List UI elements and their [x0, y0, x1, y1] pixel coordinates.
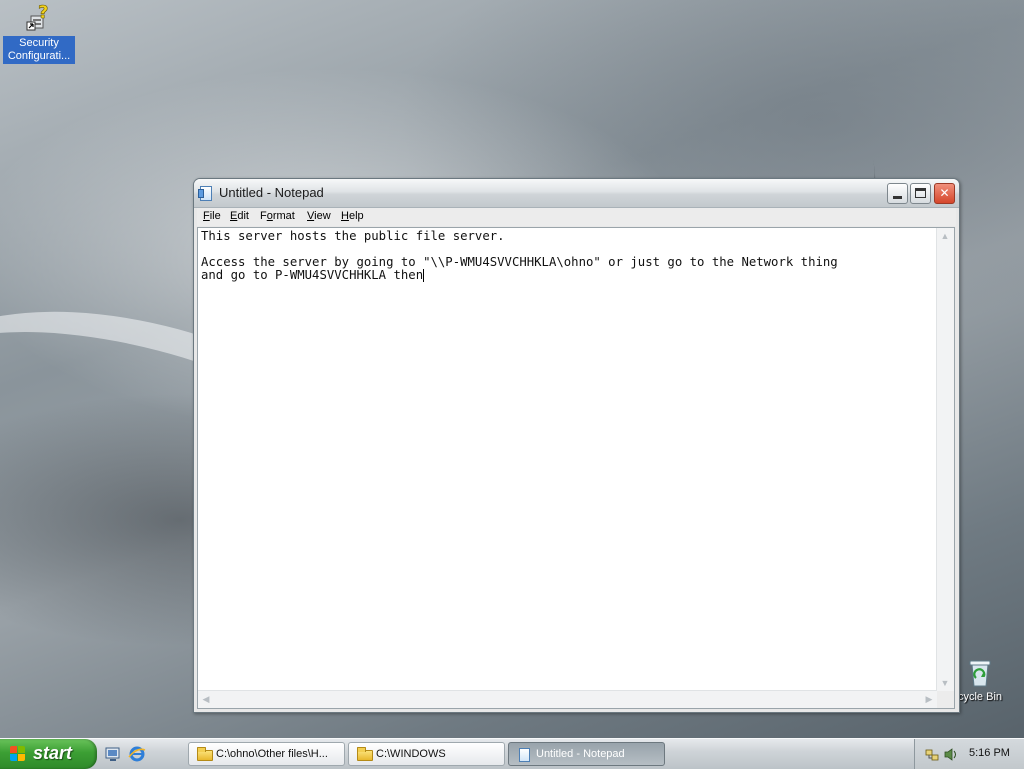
text-caret: [423, 269, 425, 282]
start-label: start: [33, 743, 73, 763]
maximize-icon: [915, 188, 926, 198]
text-line: and go to P-WMU4SVVCHHKLA then: [201, 268, 424, 282]
notepad-icon: [198, 186, 212, 201]
taskbar-button-label: C:\WINDOWS: [376, 748, 446, 760]
quick-launch: [104, 745, 150, 763]
folder-icon: [197, 747, 213, 761]
scroll-down-icon[interactable]: ▼: [937, 675, 953, 691]
system-tray: 5:16 PM: [914, 739, 1024, 769]
menu-format[interactable]: Format: [260, 210, 295, 222]
folder-icon: [357, 747, 373, 761]
security-config-icon: ?: [23, 2, 55, 34]
scroll-corner: [937, 691, 954, 708]
internet-explorer-icon[interactable]: [128, 745, 146, 763]
taskbar: start C:\ohno\Other files\H... C:\WINDOW…: [0, 738, 1024, 769]
window-title: Untitled - Notepad: [219, 185, 324, 200]
taskbar-button-windows-folder[interactable]: C:\WINDOWS: [348, 742, 505, 766]
desktop-icon-label: cycle Bin: [957, 691, 1003, 703]
taskbar-button-ohno-folder[interactable]: C:\ohno\Other files\H...: [188, 742, 345, 766]
network-tray-icon[interactable]: [925, 747, 940, 762]
start-button[interactable]: start: [0, 739, 97, 769]
desktop-icon-label: Security Configurati...: [3, 36, 75, 64]
close-button[interactable]: ✕: [934, 183, 955, 204]
text-editor[interactable]: This server hosts the public file server…: [197, 227, 955, 709]
text-line-with-caret: and go to P-WMU4SVVCHHKLA then: [201, 269, 935, 282]
svg-text:?: ?: [38, 2, 48, 23]
scroll-right-icon[interactable]: ▶: [921, 691, 937, 707]
desktop-icon-security-configuration[interactable]: ? Security Configurati...: [3, 2, 75, 64]
show-desktop-icon[interactable]: [104, 745, 122, 763]
maximize-button[interactable]: [910, 183, 931, 204]
notepad-icon: [517, 748, 533, 762]
minimize-icon: [893, 196, 902, 199]
windows-logo-icon: [10, 746, 26, 762]
horizontal-scrollbar[interactable]: ◀ ▶: [198, 690, 937, 708]
clock[interactable]: 5:16 PM: [969, 747, 1010, 759]
editor-text[interactable]: This server hosts the public file server…: [201, 230, 935, 689]
scroll-up-icon[interactable]: ▲: [937, 228, 953, 244]
menu-file[interactable]: File: [203, 210, 221, 222]
desktop[interactable]: ? Security Configurati... cycle Bin Unti…: [0, 0, 1024, 738]
recycle-bin-icon: [964, 656, 996, 688]
title-bar[interactable]: Untitled - Notepad ✕: [194, 179, 959, 208]
menu-bar: File Edit Format View Help: [197, 208, 956, 226]
taskbar-button-label: Untitled - Notepad: [536, 748, 625, 760]
vertical-scrollbar[interactable]: ▲ ▼: [936, 228, 954, 691]
scroll-left-icon[interactable]: ◀: [198, 691, 214, 707]
menu-help[interactable]: Help: [341, 210, 364, 222]
menu-view[interactable]: View: [307, 210, 331, 222]
volume-tray-icon[interactable]: [943, 747, 958, 762]
taskbar-button-label: C:\ohno\Other files\H...: [216, 748, 328, 760]
text-line: This server hosts the public file server…: [201, 230, 505, 243]
notepad-window[interactable]: Untitled - Notepad ✕ File Edit Format Vi…: [193, 178, 960, 713]
menu-edit[interactable]: Edit: [230, 210, 249, 222]
taskbar-button-notepad[interactable]: Untitled - Notepad: [508, 742, 665, 766]
close-icon: ✕: [939, 186, 950, 200]
minimize-button[interactable]: [887, 183, 908, 204]
